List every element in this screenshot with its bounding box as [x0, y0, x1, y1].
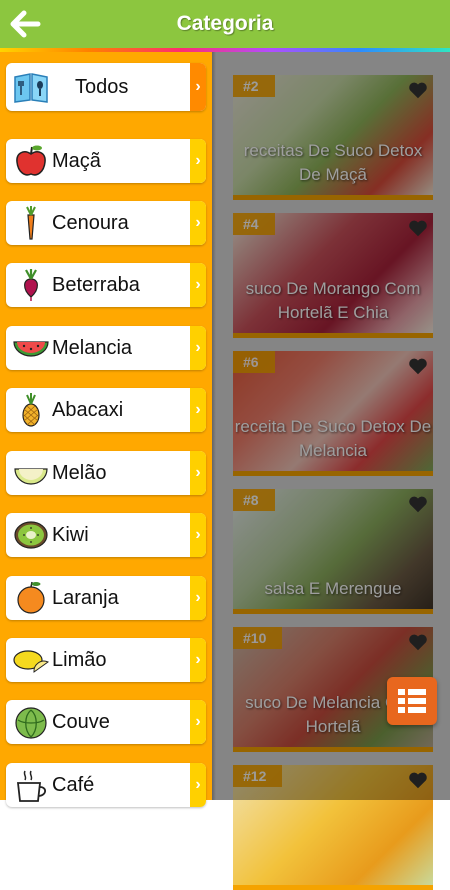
category-label: Beterraba [52, 274, 140, 296]
kiwi-icon [14, 521, 48, 549]
apple-icon [16, 145, 46, 176]
category-label: Couve [52, 711, 110, 733]
chevron-right-icon: › [190, 638, 206, 682]
coffee-cup-icon [16, 770, 47, 802]
chevron-right-icon: › [190, 451, 206, 495]
chevron-right-icon: › [190, 576, 206, 620]
chevron-right-icon: › [190, 388, 206, 432]
chevron-right-icon: › [190, 63, 206, 111]
category-item-melancia[interactable]: Melancia › [6, 326, 206, 370]
category-label: Maçã [52, 150, 101, 172]
chevron-right-icon: › [190, 763, 206, 807]
pineapple-icon [22, 393, 40, 427]
category-label: Abacaxi [52, 399, 124, 421]
category-label: Café [52, 774, 95, 796]
category-label: Laranja [52, 587, 119, 609]
category-item-cenoura[interactable]: Cenoura › [6, 201, 206, 245]
list-icon [398, 689, 426, 713]
category-item-abacaxi[interactable]: Abacaxi › [6, 388, 206, 432]
orange-icon [17, 581, 45, 614]
lemon-icon [13, 650, 50, 673]
category-label: Todos [75, 76, 129, 98]
list-view-button[interactable] [387, 677, 437, 725]
beet-icon [24, 269, 38, 301]
category-item-couve[interactable]: Couve › [6, 700, 206, 744]
chevron-right-icon: › [190, 326, 206, 370]
category-label: Melão [52, 462, 107, 484]
chevron-right-icon: › [190, 263, 206, 307]
category-label: Melancia [52, 337, 133, 359]
watermelon-icon [13, 341, 49, 357]
chevron-right-icon: › [190, 139, 206, 183]
category-label: Cenoura [52, 212, 129, 234]
menu-book-icon [14, 73, 48, 103]
category-label: Limão [52, 649, 107, 671]
category-item-kiwi[interactable]: Kiwi › [6, 513, 206, 557]
category-item-melao[interactable]: Melão › [6, 451, 206, 495]
category-item-todos[interactable]: Todos › [6, 63, 206, 111]
page-title: Categoria [176, 12, 274, 35]
category-item-laranja[interactable]: Laranja › [6, 576, 206, 620]
category-label: Kiwi [52, 524, 89, 546]
category-item-maca[interactable]: Maçã › [6, 139, 206, 183]
melon-icon [14, 468, 48, 485]
category-item-beterraba[interactable]: Beterraba › [6, 263, 206, 307]
carrot-icon [26, 206, 36, 240]
chevron-right-icon: › [190, 513, 206, 557]
drawer-shadow [212, 52, 216, 800]
category-item-limao[interactable]: Limão › [6, 638, 206, 682]
chevron-right-icon: › [190, 700, 206, 744]
category-item-cafe[interactable]: Café › [6, 763, 206, 807]
chevron-right-icon: › [190, 201, 206, 245]
cabbage-icon [15, 707, 47, 739]
